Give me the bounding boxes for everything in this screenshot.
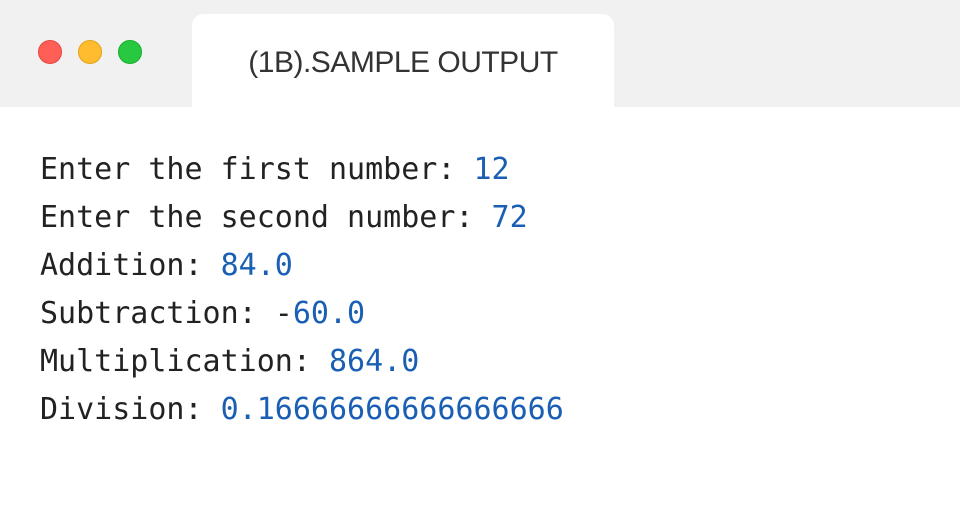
console-value: 864.0 [328,344,420,379]
console-value: 12 [473,152,510,187]
console-line-subtraction: Subtraction: -60.0 [40,290,940,338]
console-value: 0.16666666666666666 [220,392,564,427]
console-prompt: Subtraction: - [40,296,293,331]
console-prompt: Division: [40,392,221,427]
console-prompt: Enter the second number: [40,200,492,235]
console-value: 60.0 [292,296,366,331]
maximize-window-button[interactable] [118,40,142,64]
tab-title: (1B).SAMPLE OUTPUT [248,45,558,79]
console-line-multiplication: Multiplication: 864.0 [40,338,940,386]
close-window-button[interactable] [38,40,62,64]
console-prompt: Enter the first number: [40,152,474,187]
console-value: 72 [491,200,528,235]
console-output: Enter the first number: 12 Enter the sec… [40,146,940,434]
window-titlebar: (1B).SAMPLE OUTPUT [0,0,960,107]
console-value: 84.0 [220,248,293,283]
console-line-first-number: Enter the first number: 12 [40,146,940,194]
console-line-division: Division: 0.16666666666666666 [40,386,940,434]
console-line-second-number: Enter the second number: 72 [40,194,940,242]
minimize-window-button[interactable] [78,40,102,64]
active-tab[interactable]: (1B).SAMPLE OUTPUT [192,14,614,107]
console-prompt: Multiplication: [40,344,329,379]
console-line-addition: Addition: 84.0 [40,242,940,290]
console-prompt: Addition: [40,248,221,283]
